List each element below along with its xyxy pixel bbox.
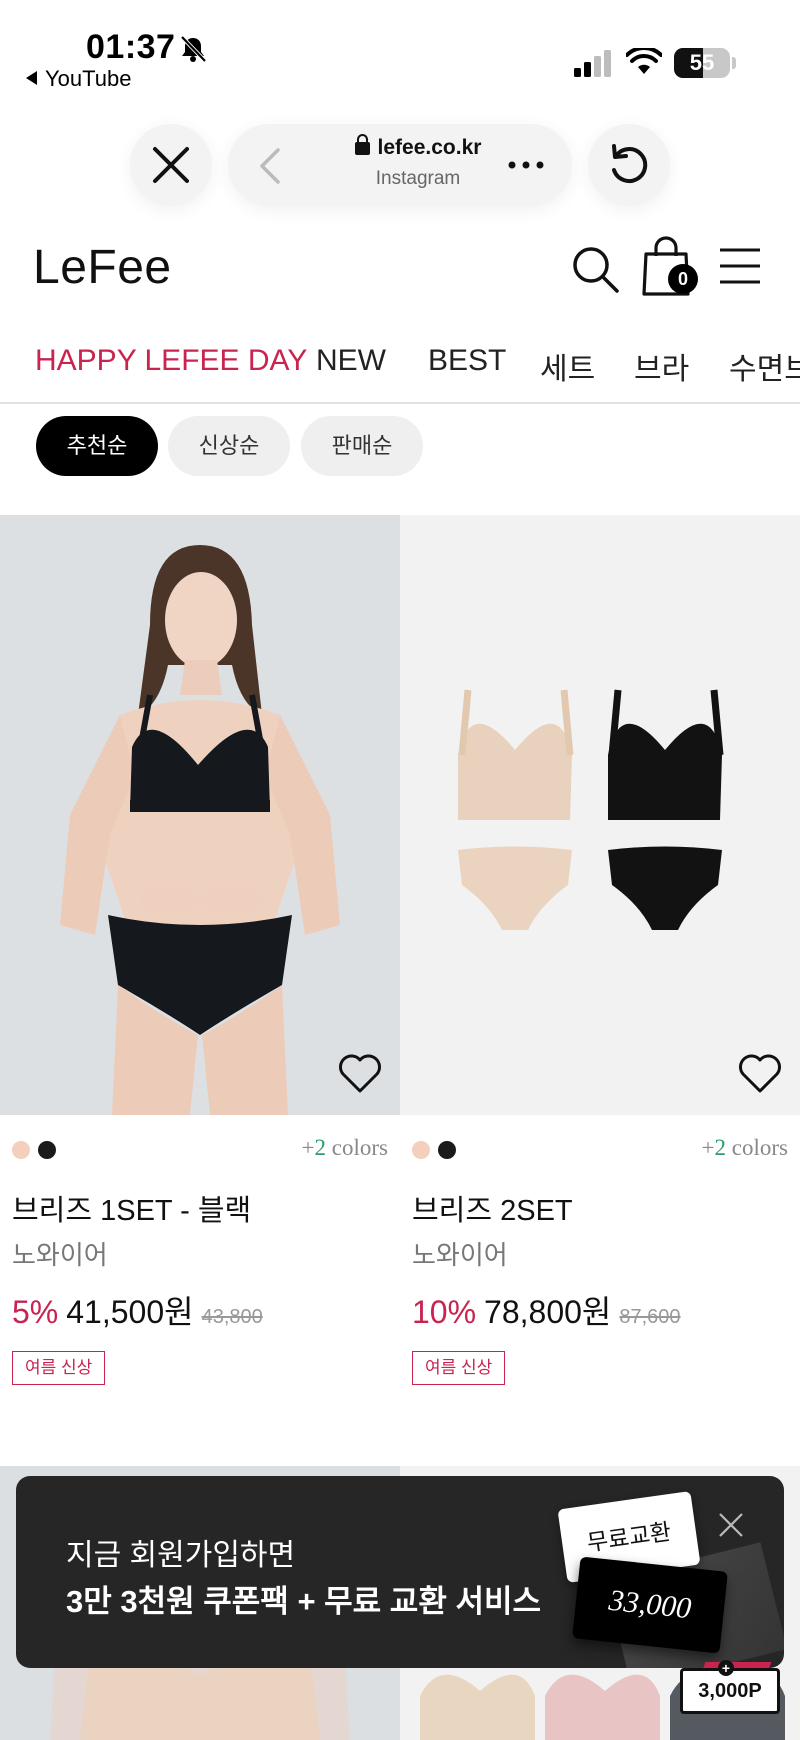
status-time: 01:37 — [86, 28, 176, 66]
cellular-signal-icon — [574, 50, 611, 77]
discount-rate: 5% — [12, 1294, 59, 1330]
browser-toolbar: lefee.co.kr Instagram — [0, 112, 800, 212]
color-swatch — [412, 1141, 430, 1159]
reload-icon — [612, 144, 648, 184]
product-price-row: 10% 78,800원 87,600 — [412, 1287, 681, 1333]
back-app-label: YouTube — [45, 66, 132, 91]
sale-price: 78,800원 — [484, 1294, 612, 1330]
url-domain: lefee.co.kr — [328, 134, 508, 160]
wifi-icon — [626, 48, 662, 74]
sort-recommended-chip[interactable]: 추천순 — [36, 416, 158, 476]
product-subtitle: 노와이어 — [12, 1240, 108, 1270]
hamburger-menu-icon[interactable] — [718, 246, 762, 286]
battery-icon: 55 — [674, 48, 730, 78]
back-to-app-link[interactable]: YouTube — [26, 66, 131, 92]
category-bra[interactable]: 브라 — [634, 344, 689, 388]
search-icon[interactable] — [570, 244, 620, 294]
color-swatch — [438, 1141, 456, 1159]
url-source: Instagram — [375, 168, 461, 189]
color-swatch — [38, 1141, 56, 1159]
original-price: 43,800 — [201, 1306, 263, 1328]
lock-icon — [354, 134, 370, 155]
more-colors-label: +2 colors — [701, 1135, 788, 1160]
coupon-ticket: 33,000 — [572, 1556, 728, 1654]
promo-line-1: 지금 회원가입하면 — [66, 1539, 296, 1572]
category-happy-lefee-day[interactable]: HAPPY LEFEE DAY — [35, 344, 307, 378]
bell-muted-icon — [180, 35, 207, 63]
product-tag: 여름 신상 — [12, 1351, 106, 1385]
color-swatch — [12, 1141, 30, 1159]
wishlist-heart-icon[interactable] — [338, 1053, 382, 1095]
product-image[interactable] — [0, 515, 400, 1115]
cart-count-badge: 0 — [668, 264, 698, 294]
sale-price: 41,500원 — [66, 1294, 194, 1330]
discount-rate: 10% — [412, 1294, 477, 1330]
category-best[interactable]: BEST — [428, 344, 506, 378]
battery-tip — [732, 57, 736, 69]
wishlist-heart-icon[interactable] — [738, 1053, 782, 1095]
original-price: 87,600 — [619, 1306, 681, 1328]
more-colors-label: +2 colors — [301, 1135, 388, 1160]
sort-newest-chip[interactable]: 신상순 — [168, 416, 290, 476]
color-swatches — [412, 1141, 464, 1164]
product-name[interactable]: 브리즈 2SET — [412, 1187, 573, 1229]
product-image[interactable] — [400, 515, 800, 1115]
address-bar[interactable]: lefee.co.kr Instagram — [228, 124, 572, 206]
category-nav: HAPPY LEFEE DAY NEW BEST 세트 브라 수면브 — [0, 334, 800, 404]
url-domain-text: lefee.co.kr — [377, 136, 482, 159]
product-price-row: 5% 41,500원 43,800 — [12, 1287, 263, 1333]
product-name[interactable]: 브리즈 1SET - 블랙 — [12, 1187, 251, 1229]
signup-promo-banner[interactable]: 지금 회원가입하면 3만 3천원 쿠폰팩 + 무료 교환 서비스 무료교환 33… — [16, 1476, 784, 1668]
close-banner-icon[interactable] — [718, 1512, 744, 1538]
status-bar: 01:37 YouTube 55 — [0, 0, 800, 100]
plus-icon: + — [718, 1660, 734, 1676]
category-sleep-bra[interactable]: 수면브 — [729, 344, 800, 388]
product-tag: 여름 신상 — [412, 1351, 506, 1385]
category-set[interactable]: 세트 — [540, 344, 595, 388]
more-options-icon[interactable] — [506, 150, 546, 180]
battery-level: 55 — [689, 50, 715, 75]
category-new[interactable]: NEW — [316, 344, 386, 378]
product-subtitle: 노와이어 — [412, 1240, 508, 1270]
browser-back-icon[interactable] — [258, 148, 282, 184]
close-icon — [153, 147, 189, 183]
sort-best-selling-chip[interactable]: 판매순 — [301, 416, 423, 476]
reload-button[interactable] — [588, 124, 670, 206]
site-logo[interactable]: LeFee — [33, 240, 172, 295]
close-browser-button[interactable] — [130, 124, 212, 206]
back-arrow-icon — [26, 71, 37, 85]
color-swatches — [12, 1141, 64, 1164]
promo-line-2: 3만 3천원 쿠폰팩 + 무료 교환 서비스 — [66, 1584, 542, 1619]
